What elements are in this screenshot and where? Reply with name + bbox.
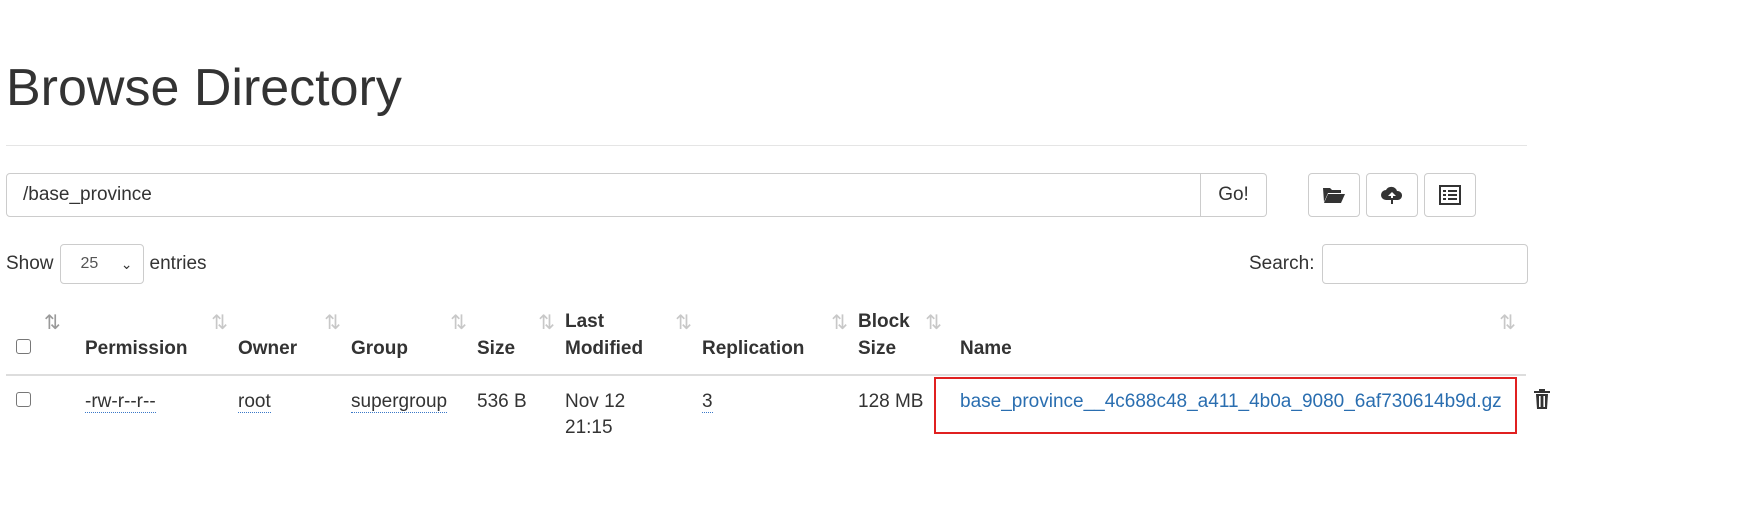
path-bar: Go!	[6, 173, 1267, 217]
list-alt-icon	[1439, 185, 1461, 205]
column-name-label: Name	[960, 338, 1012, 359]
sort-icon[interactable]: ⇅	[450, 310, 467, 337]
browse-directory-page: Browse Directory Go! Show 25	[0, 0, 1761, 507]
upload-files-button[interactable]	[1366, 173, 1418, 217]
last-modified-cell: Nov 12 21:15	[565, 375, 702, 441]
path-input[interactable]	[6, 173, 1201, 217]
replication-cell: 3	[702, 375, 858, 441]
column-permission[interactable]: Permission ⇅	[85, 302, 238, 376]
sort-icon[interactable]: ⇅	[324, 310, 341, 337]
column-owner-label: Owner	[238, 338, 298, 359]
last-modified-date: Nov 12	[565, 391, 626, 412]
highlight-box	[934, 377, 1517, 434]
column-last-modified[interactable]: Last Modified ⇅	[565, 302, 702, 376]
row-checkbox[interactable]	[16, 392, 31, 407]
trash-icon[interactable]	[1532, 388, 1552, 410]
sort-icon[interactable]: ⇅	[538, 310, 555, 337]
column-group[interactable]: Group ⇅	[351, 302, 477, 376]
folder-open-icon	[1323, 188, 1345, 203]
search-label: Search:	[1249, 253, 1315, 274]
select-all-header[interactable]: ⇅	[6, 302, 85, 376]
last-modified-time: 21:15	[565, 417, 613, 438]
replication-value[interactable]: 3	[702, 391, 713, 413]
table-search: Search:	[1249, 244, 1529, 284]
sort-icon[interactable]: ⇅	[1499, 310, 1516, 337]
group-value[interactable]: supergroup	[351, 391, 448, 413]
column-last-modified-label-line2: Modified	[565, 338, 644, 359]
group-cell: supergroup	[351, 375, 477, 441]
cut-paste-button[interactable]	[1424, 173, 1476, 217]
table-header-row: ⇅ Permission ⇅ Owner ⇅ Group ⇅ Size ⇅ La…	[6, 302, 1526, 376]
go-button[interactable]: Go!	[1201, 173, 1267, 217]
column-permission-label: Permission	[85, 338, 188, 359]
column-owner[interactable]: Owner ⇅	[238, 302, 351, 376]
show-label: Show	[6, 253, 54, 274]
column-group-label: Group	[351, 338, 408, 359]
sort-icon[interactable]: ⇅	[925, 310, 942, 337]
column-last-modified-label-line1: Last	[565, 311, 605, 332]
title-divider	[6, 145, 1527, 146]
column-block-size-label-line2: Size	[858, 338, 897, 359]
permission-value[interactable]: -rw-r--r--	[85, 391, 156, 413]
row-select-cell	[6, 375, 85, 441]
block-size-value: 128 MB	[858, 391, 924, 412]
column-size-label: Size	[477, 338, 516, 359]
page-size-value: 25	[80, 255, 99, 272]
search-input[interactable]	[1322, 244, 1529, 284]
cloud-upload-icon	[1381, 186, 1403, 204]
sort-icon[interactable]: ⇅	[831, 310, 848, 337]
select-all-checkbox[interactable]	[16, 339, 31, 354]
sort-icon[interactable]: ⇅	[675, 310, 692, 337]
owner-cell: root	[238, 375, 351, 441]
owner-value[interactable]: root	[238, 391, 271, 413]
column-name[interactable]: Name ⇅	[960, 302, 1526, 376]
column-block-size[interactable]: Block Size ⇅	[858, 302, 960, 376]
page-length-control: Show 25 ⌄ entries	[6, 244, 207, 284]
chevron-down-icon: ⌄	[120, 255, 133, 272]
page-size-select[interactable]: 25 ⌄	[59, 244, 144, 284]
column-block-size-label-line1: Block	[858, 311, 910, 332]
entries-label: entries	[149, 253, 207, 274]
column-replication[interactable]: Replication ⇅	[702, 302, 858, 376]
page-title: Browse Directory	[6, 59, 402, 117]
column-replication-label: Replication	[702, 338, 805, 359]
column-size[interactable]: Size ⇅	[477, 302, 565, 376]
size-value: 536 B	[477, 391, 527, 412]
create-directory-button[interactable]	[1308, 173, 1360, 217]
size-cell: 536 B	[477, 375, 565, 441]
sort-icon[interactable]: ⇅	[211, 310, 228, 337]
permission-cell: -rw-r--r--	[85, 375, 238, 441]
sort-ascending-icon[interactable]: ⇅	[44, 310, 61, 337]
